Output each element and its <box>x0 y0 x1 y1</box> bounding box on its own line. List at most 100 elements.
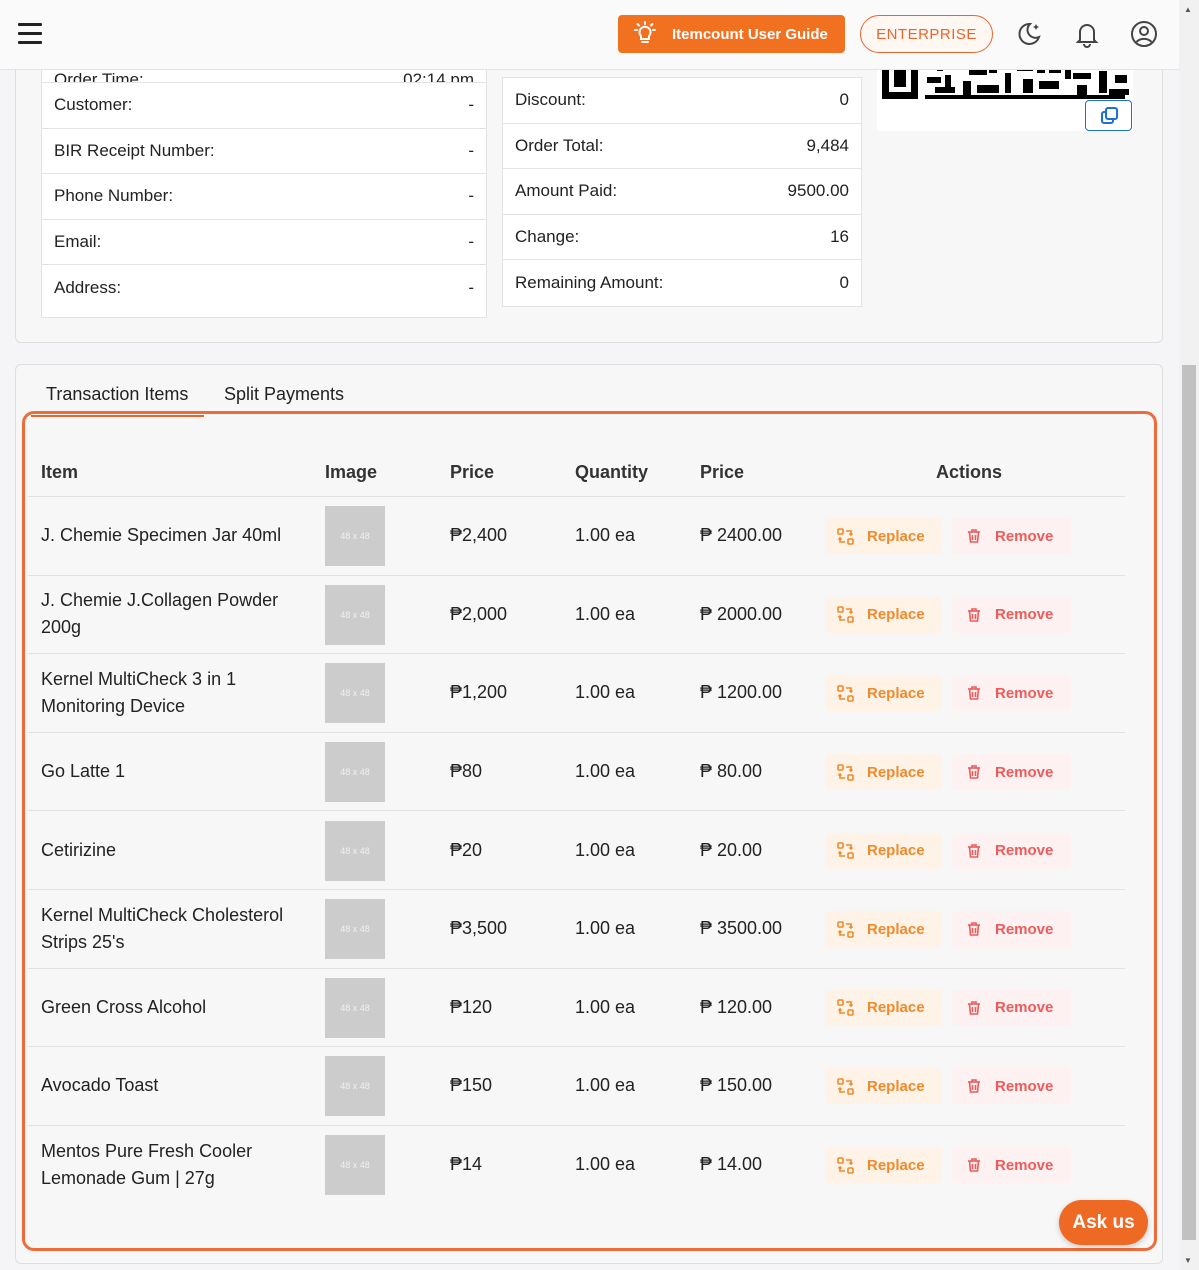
replace-label: Replace <box>867 763 925 781</box>
profile-icon[interactable] <box>1129 19 1159 49</box>
remove-label: Remove <box>995 999 1054 1017</box>
info-label: Phone Number: <box>54 186 174 206</box>
totals-row-change: Change: 16 <box>503 215 861 260</box>
totals-row-remaining: Remaining Amount: 0 <box>503 260 861 306</box>
table-row: Cetirizine 48 x 48 ₱20 1.00 ea ₱ 20.00 Replac… <box>28 810 1125 889</box>
info-row-phone: Phone Number: - <box>42 174 486 220</box>
item-quantity: 1.00 ea <box>575 603 636 624</box>
totals-table: Discount: 0 Order Total: 9,484 Amount Pa… <box>502 77 862 307</box>
copy-button[interactable] <box>1085 100 1132 131</box>
info-label: BIR Receipt Number: <box>54 140 215 160</box>
remove-button[interactable]: Remove <box>952 911 1071 948</box>
remove-label: Remove <box>995 763 1054 781</box>
replace-label: Replace <box>867 999 925 1017</box>
item-total: ₱ 1200.00 <box>700 682 783 703</box>
replace-button[interactable]: Replace <box>825 911 942 948</box>
remove-button[interactable]: Remove <box>952 675 1071 712</box>
item-total: ₱ 80.00 <box>700 761 763 782</box>
item-total: ₱ 120.00 <box>700 996 773 1017</box>
trash-icon <box>968 608 980 622</box>
trash-icon <box>968 529 980 544</box>
item-price: ₱150 <box>450 1075 493 1096</box>
totals-value: 9500.00 <box>787 181 849 201</box>
header-total-price: Price <box>700 462 745 482</box>
remove-label: Remove <box>995 1156 1054 1174</box>
item-quantity: 1.00 ea <box>575 839 636 860</box>
replace-label: Replace <box>867 1077 925 1095</box>
info-value: - <box>468 231 474 251</box>
user-guide-label: Itemcount User Guide <box>672 25 828 43</box>
item-image: 48 x 48 <box>325 1056 385 1117</box>
remove-label: Remove <box>995 684 1054 702</box>
replace-icon <box>837 1078 854 1095</box>
info-value: - <box>468 140 474 160</box>
replace-button[interactable]: Replace <box>825 518 942 555</box>
totals-label: Amount Paid: <box>515 181 618 201</box>
info-label: Order Time: <box>54 70 144 83</box>
ask-us-button[interactable]: Ask us <box>1059 1200 1148 1245</box>
totals-label: Order Total: <box>515 135 604 155</box>
item-quantity: 1.00 ea <box>575 918 636 939</box>
tab-split-payments[interactable]: Split Payments <box>224 384 344 405</box>
replace-button[interactable]: Replace <box>825 989 942 1026</box>
item-total: ₱ 2400.00 <box>700 525 783 546</box>
dark-mode-icon[interactable] <box>1014 19 1044 49</box>
replace-button[interactable]: Replace <box>825 596 942 633</box>
remove-button[interactable]: Remove <box>952 596 1071 633</box>
table-row: Go Latte 1 48 x 48 ₱80 1.00 ea ₱ 80.00 Replac… <box>28 731 1125 811</box>
totals-value: 0 <box>839 90 849 110</box>
item-name: Avocado Toast <box>41 1075 159 1096</box>
info-row-address: Address: - <box>42 265 486 311</box>
scrollbar[interactable]: ▲ ▼ <box>1179 0 1199 1270</box>
replace-icon <box>837 920 854 938</box>
replace-button[interactable]: Replace <box>825 754 942 791</box>
item-quantity: 1.00 ea <box>575 525 636 546</box>
item-price: ₱80 <box>450 761 483 782</box>
remove-button[interactable]: Remove <box>952 754 1071 791</box>
trash-icon <box>968 1158 980 1172</box>
item-price: ₱120 <box>450 996 493 1017</box>
info-value: - <box>468 277 474 297</box>
item-total: ₱ 3500.00 <box>700 918 783 939</box>
replace-button[interactable]: Replace <box>825 675 942 712</box>
item-name: Go Latte 1 <box>41 761 126 782</box>
replace-icon <box>837 1156 854 1174</box>
remove-button[interactable]: Remove <box>952 1068 1071 1105</box>
tab-transaction-items[interactable]: Transaction Items <box>46 384 188 405</box>
replace-button[interactable]: Replace <box>825 832 942 869</box>
info-value: - <box>468 95 474 115</box>
item-image: 48 x 48 <box>325 663 385 724</box>
item-image: 48 x 48 <box>325 977 385 1038</box>
totals-label: Change: <box>515 226 580 246</box>
remove-button[interactable]: Remove <box>952 518 1071 555</box>
item-price: ₱20 <box>450 839 483 860</box>
remove-button[interactable]: Remove <box>952 989 1071 1026</box>
copy-icon <box>1100 106 1118 124</box>
item-price: ₱1,200 <box>450 682 508 703</box>
scroll-up-arrow[interactable]: ▲ <box>1184 5 1192 14</box>
menu-icon[interactable] <box>18 23 42 45</box>
info-row-customer: Customer: - <box>42 83 486 129</box>
remove-label: Remove <box>995 920 1054 938</box>
enterprise-button[interactable]: ENTERPRISE <box>860 15 993 53</box>
remove-button[interactable]: Remove <box>952 1147 1071 1184</box>
replace-label: Replace <box>867 606 925 624</box>
item-image: 48 x 48 <box>325 742 385 803</box>
totals-label: Discount: <box>515 90 586 110</box>
scroll-thumb[interactable] <box>1182 365 1196 1240</box>
user-guide-button[interactable]: Itemcount User Guide <box>618 15 845 53</box>
replace-label: Replace <box>867 842 925 860</box>
bell-icon[interactable] <box>1072 19 1102 49</box>
item-name: Kernel MultiCheck Cholesterol Strips 25'… <box>41 904 284 952</box>
header-actions: Actions <box>936 462 1003 482</box>
item-name: J. Chemie J.Collagen Powder 200g <box>41 590 279 638</box>
replace-button[interactable]: Replace <box>825 1147 942 1184</box>
scroll-down-arrow[interactable]: ▼ <box>1184 1256 1192 1265</box>
remove-button[interactable]: Remove <box>952 832 1071 869</box>
item-quantity: 1.00 ea <box>575 1154 636 1175</box>
replace-button[interactable]: Replace <box>825 1068 942 1105</box>
item-total: ₱ 2000.00 <box>700 603 783 624</box>
top-bar: Itemcount User Guide ENTERPRISE <box>0 0 1179 70</box>
totals-row-order-total: Order Total: 9,484 <box>503 124 861 169</box>
info-row-email: Email: - <box>42 220 486 265</box>
